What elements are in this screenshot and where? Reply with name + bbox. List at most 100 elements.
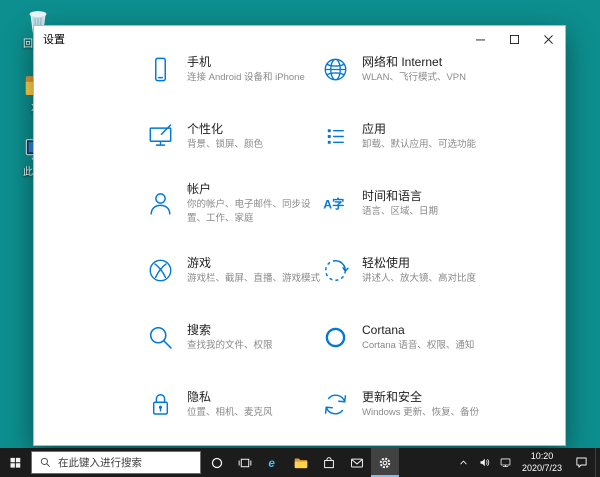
- tile-time-language[interactable]: 时间和语言 语言、区域、日期: [321, 170, 496, 237]
- personalization-icon: [146, 122, 175, 151]
- maximize-button[interactable]: [497, 26, 531, 52]
- tile-text: 时间和语言 语言、区域、日期: [362, 189, 438, 219]
- tile-text: Cortana Cortana 语音、权限、通知: [362, 323, 474, 353]
- search-icon: [39, 456, 52, 469]
- time-language-icon: [321, 189, 350, 218]
- lock-icon: [146, 390, 175, 419]
- volume-icon: [478, 456, 491, 469]
- globe-icon: [321, 55, 350, 84]
- cortana-icon: [321, 323, 350, 352]
- tile-privacy[interactable]: 隐私 位置、相机、麦克风: [146, 371, 321, 438]
- tile-cortana[interactable]: Cortana Cortana 语音、权限、通知: [321, 304, 496, 371]
- tile-phone[interactable]: 手机 连接 Android 设备和 iPhone: [146, 52, 321, 103]
- action-center-icon: [574, 455, 589, 470]
- tile-personalization[interactable]: 个性化 背景、锁屏、颜色: [146, 103, 321, 170]
- tile-title: 更新和安全: [362, 390, 479, 404]
- tile-subtitle: 查找我的文件、权限: [187, 339, 273, 352]
- tile-subtitle: Windows 更新、恢复、备份: [362, 406, 479, 419]
- tile-gaming[interactable]: 游戏 游戏栏、截屏、直播、游戏模式: [146, 237, 321, 304]
- windows-start-icon: [8, 455, 23, 470]
- show-desktop-button[interactable]: [595, 448, 600, 477]
- tile-search[interactable]: 搜索 查找我的文件、权限: [146, 304, 321, 371]
- store-icon: [321, 455, 337, 471]
- tile-text: 搜索 查找我的文件、权限: [187, 323, 273, 353]
- tile-subtitle: WLAN、飞行模式、VPN: [362, 71, 466, 84]
- chevron-up-icon: [457, 456, 470, 469]
- window-title: 设置: [34, 26, 463, 52]
- tile-update-security[interactable]: 更新和安全 Windows 更新、恢复、备份: [321, 371, 496, 438]
- minimize-button[interactable]: [463, 26, 497, 52]
- tile-title: 手机: [187, 55, 305, 69]
- taskbar: 在此键入进行搜索 10:20 2020/7/23: [0, 448, 600, 477]
- account-icon: [146, 189, 175, 218]
- window-titlebar[interactable]: 设置: [34, 26, 565, 52]
- tile-text: 应用 卸载、默认应用、可选功能: [362, 122, 476, 152]
- settings-window: 设置 手机 连接 Android 设备和 iPhone 网络和 Internet…: [33, 25, 566, 446]
- tile-title: 时间和语言: [362, 189, 438, 203]
- tile-text: 帐户 你的帐户、电子邮件、同步设置、工作、家庭: [187, 182, 321, 225]
- tile-text: 游戏 游戏栏、截屏、直播、游戏模式: [187, 256, 320, 286]
- tile-text: 轻松使用 讲述人、放大镜、高对比度: [362, 256, 476, 286]
- tile-text: 个性化 背景、锁屏、颜色: [187, 122, 263, 152]
- tile-title: 网络和 Internet: [362, 55, 466, 69]
- mail-icon: [349, 455, 365, 471]
- system-tray: 10:20 2020/7/23: [453, 448, 600, 477]
- tile-text: 网络和 Internet WLAN、飞行模式、VPN: [362, 55, 466, 85]
- tile-subtitle: 连接 Android 设备和 iPhone: [187, 71, 305, 84]
- tile-subtitle: Cortana 语音、权限、通知: [362, 339, 474, 352]
- window-controls: [463, 26, 565, 52]
- tile-title: 应用: [362, 122, 476, 136]
- taskbar-settings-button[interactable]: [371, 448, 399, 477]
- tile-network[interactable]: 网络和 Internet WLAN、飞行模式、VPN: [321, 52, 496, 103]
- taskbar-app-list: [203, 448, 399, 477]
- file-explorer-icon: [293, 455, 309, 471]
- tile-title: 个性化: [187, 122, 263, 136]
- tile-text: 隐私 位置、相机、麦克风: [187, 390, 273, 420]
- search-placeholder: 在此键入进行搜索: [58, 455, 142, 470]
- clock-date: 2020/7/23: [522, 463, 562, 475]
- tile-accounts[interactable]: 帐户 你的帐户、电子邮件、同步设置、工作、家庭: [146, 170, 321, 237]
- tile-ease-of-access[interactable]: 轻松使用 讲述人、放大镜、高对比度: [321, 237, 496, 304]
- minimize-icon: [476, 35, 485, 44]
- network-icon: [499, 456, 512, 469]
- tile-subtitle: 背景、锁屏、颜色: [187, 138, 263, 151]
- ease-of-access-icon: [321, 256, 350, 285]
- clock-time: 10:20: [531, 451, 554, 463]
- tray-chevron-up[interactable]: [453, 448, 474, 477]
- edge-icon: [265, 455, 281, 471]
- close-button[interactable]: [531, 26, 565, 52]
- taskbar-store-button[interactable]: [315, 448, 343, 477]
- tile-text: 更新和安全 Windows 更新、恢复、备份: [362, 390, 479, 420]
- taskbar-search-input[interactable]: 在此键入进行搜索: [31, 451, 201, 474]
- xbox-icon: [146, 256, 175, 285]
- start-button[interactable]: [0, 448, 30, 477]
- tray-volume[interactable]: [474, 448, 495, 477]
- taskbar-mail-button[interactable]: [343, 448, 371, 477]
- settings-tile-grid: 手机 连接 Android 设备和 iPhone 网络和 Internet WL…: [146, 52, 565, 438]
- tile-subtitle: 位置、相机、麦克风: [187, 406, 273, 419]
- close-icon: [544, 35, 553, 44]
- tile-subtitle: 语言、区域、日期: [362, 205, 438, 218]
- taskbar-edge-button[interactable]: [259, 448, 287, 477]
- tile-subtitle: 你的帐户、电子邮件、同步设置、工作、家庭: [187, 198, 321, 225]
- taskbar-file-explorer-button[interactable]: [287, 448, 315, 477]
- settings-gear-icon: [377, 455, 393, 471]
- tile-title: Cortana: [362, 323, 474, 337]
- taskbar-cortana-button[interactable]: [203, 448, 231, 477]
- tile-title: 帐户: [187, 182, 321, 196]
- cortana-ring-icon: [209, 455, 225, 471]
- tile-title: 搜索: [187, 323, 273, 337]
- tile-title: 游戏: [187, 256, 320, 270]
- action-center-button[interactable]: [568, 448, 595, 477]
- task-view-icon: [237, 455, 253, 471]
- taskbar-clock[interactable]: 10:20 2020/7/23: [516, 448, 568, 477]
- maximize-icon: [510, 35, 519, 44]
- tile-apps[interactable]: 应用 卸载、默认应用、可选功能: [321, 103, 496, 170]
- tile-subtitle: 讲述人、放大镜、高对比度: [362, 272, 476, 285]
- tray-network[interactable]: [495, 448, 516, 477]
- tile-title: 轻松使用: [362, 256, 476, 270]
- taskbar-task-view-button[interactable]: [231, 448, 259, 477]
- tile-subtitle: 游戏栏、截屏、直播、游戏模式: [187, 272, 320, 285]
- tray-icon-list: [453, 448, 516, 477]
- update-icon: [321, 390, 350, 419]
